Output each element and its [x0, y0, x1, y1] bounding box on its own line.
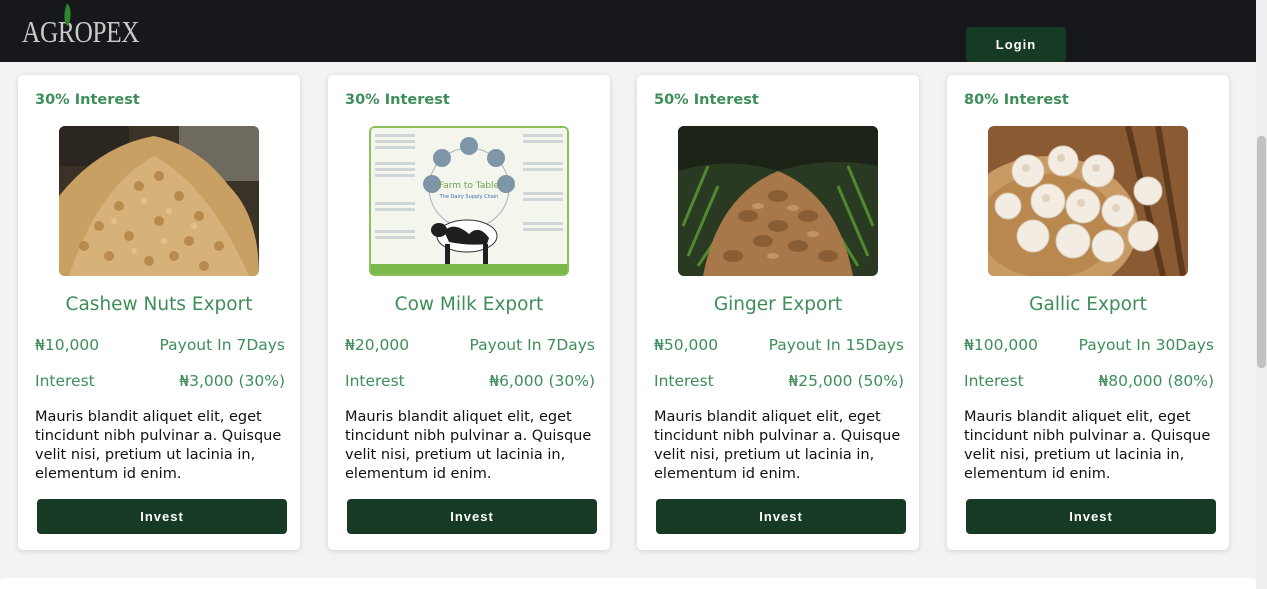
price-amount: ₦20,000: [345, 336, 410, 354]
price-row: ₦10,000 Payout In 7Days: [35, 336, 285, 354]
interest-rate-label: 80% Interest: [964, 92, 1069, 108]
investment-card-cow-milk: 30% Interest Farm to Table The Dairy Sup…: [328, 75, 610, 550]
investment-card-ginger: 50% Interest Ginger Export ₦50,000 Payou…: [637, 75, 919, 550]
product-title: Ginger Export: [713, 294, 843, 315]
interest-label: Interest: [654, 372, 714, 390]
investment-card-garlic: 80% Interest Gallic Export ₦100,000 Payo…: [947, 75, 1229, 550]
login-button[interactable]: Login: [966, 27, 1066, 62]
payout-period: Payout In 30Days: [1078, 336, 1214, 354]
page-scrollbar-thumb[interactable]: [1257, 136, 1266, 368]
interest-value: ₦25,000 (50%): [788, 372, 904, 390]
next-section-panel: [0, 578, 1256, 589]
interest-row: Interest ₦80,000 (80%): [964, 372, 1214, 390]
agropex-logo[interactable]: AGROPEX: [22, 3, 140, 50]
interest-rate-label: 30% Interest: [345, 92, 450, 108]
svg-text:The Dairy Supply Chain: The Dairy Supply Chain: [439, 194, 499, 200]
product-description: Mauris blandit aliquet elit, eget tincid…: [654, 409, 901, 482]
product-title: Gallic Export: [1029, 294, 1147, 315]
price-row: ₦20,000 Payout In 7Days: [345, 336, 595, 354]
investment-cards-section: 30% Interest Cashew Nuts Export ₦10,000 …: [0, 62, 1256, 589]
payout-period: Payout In 15Days: [768, 336, 904, 354]
interest-rate-label: 30% Interest: [35, 92, 140, 108]
interest-row: Interest ₦25,000 (50%): [654, 372, 904, 390]
ginger-image: [678, 126, 878, 276]
price-row: ₦100,000 Payout In 30Days: [964, 336, 1214, 354]
investment-card-cashew: 30% Interest Cashew Nuts Export ₦10,000 …: [18, 75, 300, 550]
payout-period: Payout In 7Days: [159, 336, 286, 354]
dairy-supply-chain-image: Farm to Table The Dairy Supply Chain: [369, 126, 569, 276]
product-description: Mauris blandit aliquet elit, eget tincid…: [964, 409, 1211, 482]
price-amount: ₦10,000: [35, 336, 100, 354]
interest-label: Interest: [964, 372, 1024, 390]
interest-value: ₦6,000 (30%): [489, 372, 595, 390]
invest-button[interactable]: Invest: [347, 499, 597, 534]
interest-value: ₦3,000 (30%): [179, 372, 285, 390]
interest-label: Interest: [345, 372, 405, 390]
price-amount: ₦100,000: [964, 336, 1038, 354]
invest-button[interactable]: Invest: [656, 499, 906, 534]
cashew-nuts-image: [59, 126, 259, 276]
interest-value: ₦80,000 (80%): [1098, 372, 1214, 390]
top-navbar: AGROPEX Login: [0, 0, 1256, 62]
product-description: Mauris blandit aliquet elit, eget tincid…: [345, 409, 592, 482]
invest-button[interactable]: Invest: [37, 499, 287, 534]
interest-rate-label: 50% Interest: [654, 92, 759, 108]
garlic-image: [988, 126, 1188, 276]
product-description: Mauris blandit aliquet elit, eget tincid…: [35, 409, 282, 482]
price-amount: ₦50,000: [654, 336, 719, 354]
product-title: Cow Milk Export: [394, 294, 544, 315]
interest-row: Interest ₦6,000 (30%): [345, 372, 595, 390]
price-row: ₦50,000 Payout In 15Days: [654, 336, 904, 354]
logo-text: AGROPEX: [22, 14, 140, 49]
invest-button[interactable]: Invest: [966, 499, 1216, 534]
product-title: Cashew Nuts Export: [65, 294, 253, 315]
svg-text:Farm to Table: Farm to Table: [439, 181, 500, 191]
interest-row: Interest ₦3,000 (30%): [35, 372, 285, 390]
payout-period: Payout In 7Days: [469, 336, 596, 354]
interest-label: Interest: [35, 372, 95, 390]
